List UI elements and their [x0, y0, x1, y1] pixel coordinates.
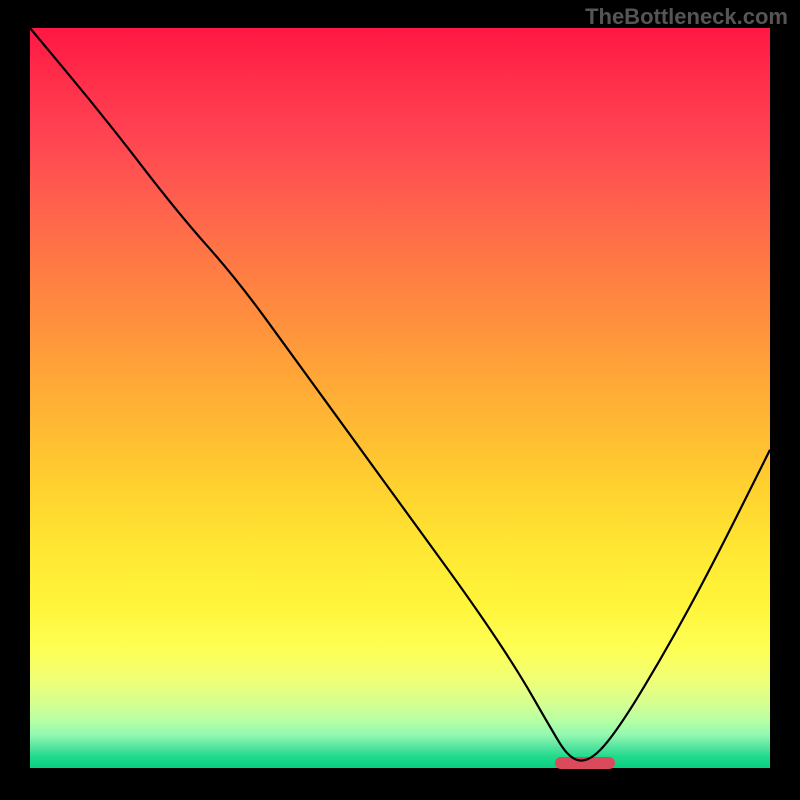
plot-area	[30, 28, 770, 768]
watermark-text: TheBottleneck.com	[585, 4, 788, 30]
bottleneck-curve	[30, 28, 770, 768]
